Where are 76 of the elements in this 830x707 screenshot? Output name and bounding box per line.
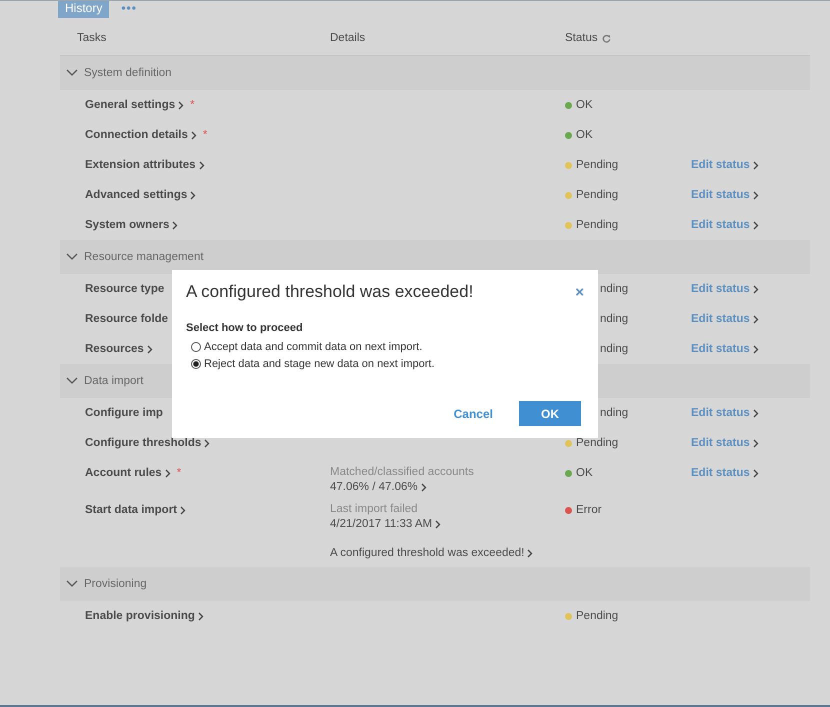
required-mark: * [176,467,182,479]
chevron-icon [164,468,171,478]
cancel-button[interactable]: Cancel [448,406,499,422]
task-link[interactable]: Configure thresholds [85,437,202,449]
chevron-icon [752,314,759,324]
chevron-icon [66,580,78,588]
column-header: Tasks [76,32,108,44]
status-text: nding [600,283,628,295]
chevron-icon [752,284,759,294]
radio-button[interactable] [191,342,201,352]
status-text: nding [600,407,628,419]
radio-button[interactable] [191,358,201,368]
chevron-icon [66,253,78,261]
task-link[interactable]: Account rules [85,467,162,479]
detail-caption: Matched/classified accounts [330,465,475,480]
column-header: Details [330,32,366,44]
detail-link[interactable]: 4/21/2017 11:33 AM [330,517,432,532]
option-label[interactable]: Reject data and stage new data on next import. [204,358,435,370]
chevron-icon [190,190,196,200]
status-text: Pending [576,159,618,171]
task-link[interactable]: Start data import [85,504,178,516]
chevron-icon [66,377,78,385]
status-text: Error [576,504,602,516]
task-link[interactable]: Resource type [85,283,164,295]
chevron-icon [752,160,759,170]
chevron-icon [180,506,186,514]
status-text: OK [576,99,593,111]
chevron-icon [752,344,759,354]
task-link[interactable]: Resource folde [85,313,168,325]
chevron-icon [752,408,759,418]
task-link[interactable]: System owners [85,219,170,231]
chevron-icon [752,220,759,230]
chevron-icon [527,549,534,558]
chevron-icon [420,483,427,492]
task-link[interactable]: Connection details [85,129,188,141]
detail-link[interactable]: 47.06% / 47.06% [330,480,418,495]
section-header[interactable]: System definition [60,56,810,90]
chevron-icon [178,100,184,110]
detail-caption: Last import failed [330,502,419,517]
task-link[interactable]: Configure imp [85,407,163,419]
section-header[interactable]: Resource management [60,240,810,274]
chevron-icon [190,130,197,140]
chevron-icon [752,438,759,448]
chevron-icon [204,438,210,448]
chevron-icon [198,160,205,170]
chevron-icon [146,344,153,354]
column-header: Status [565,32,598,44]
task-link[interactable]: Extension attributes [85,159,196,171]
chevron-icon [752,190,759,200]
section-header[interactable]: Provisioning [60,567,810,601]
close-button[interactable]: × [573,284,586,300]
status-text: Pending [576,219,618,231]
chevron-icon [752,468,759,478]
status-text: Pending [576,610,618,622]
status-text: nding [600,343,628,355]
prompt-label: Select how to proceed [186,322,304,334]
task-link[interactable]: Resources [85,343,144,355]
task-link[interactable]: Advanced settings [85,189,188,201]
option-label[interactable]: Accept data and commit data on next import. [204,340,422,352]
detail-link[interactable]: A configured threshold was exceeded! [330,546,524,561]
dialog-title: A configured threshold was exceeded! [186,282,474,302]
required-mark: * [202,129,208,141]
status-text: OK [576,129,593,141]
status-text: Pending [576,189,618,201]
status-text: nding [600,313,628,325]
required-mark: * [190,99,195,111]
chevron-icon [172,220,178,230]
status-text: Pending [576,437,618,449]
ok-button[interactable]: OK [519,401,581,426]
chevron-icon [435,520,442,529]
chevron-icon [198,612,204,620]
task-link[interactable]: Enable provisioning [85,610,195,622]
chevron-icon [66,69,78,77]
task-link[interactable]: General settings [85,99,176,111]
refresh-icon[interactable] [602,34,611,42]
status-text: OK [576,467,593,479]
